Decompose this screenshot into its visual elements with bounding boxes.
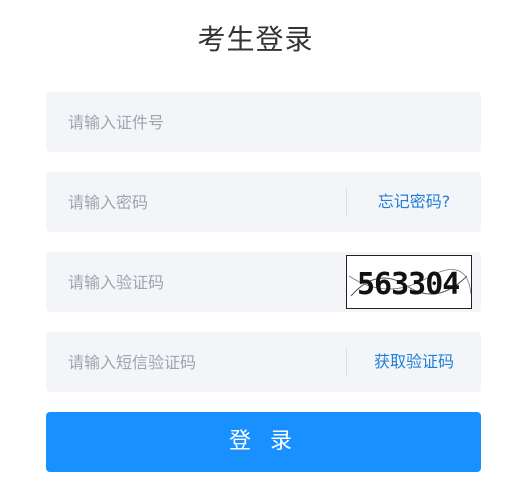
sms-code-input[interactable] — [46, 332, 336, 392]
captcha-image-graphic: 563304 — [347, 256, 471, 308]
sms-code-field: 获取验证码 — [46, 332, 481, 392]
password-field: 忘记密码? — [46, 172, 481, 232]
captcha-code-text: 563304 — [357, 267, 459, 302]
captcha-image[interactable]: 563304 — [346, 255, 472, 309]
captcha-input[interactable] — [46, 252, 336, 312]
password-input[interactable] — [46, 172, 336, 232]
captcha-field: 563304 — [46, 252, 481, 312]
login-button[interactable]: 登 录 — [46, 412, 481, 472]
forgot-password-link[interactable]: 忘记密码? — [347, 172, 481, 232]
id-number-field — [46, 92, 481, 152]
id-number-input[interactable] — [46, 92, 481, 152]
get-sms-code-link[interactable]: 获取验证码 — [347, 332, 481, 392]
page-title: 考生登录 — [197, 23, 314, 56]
